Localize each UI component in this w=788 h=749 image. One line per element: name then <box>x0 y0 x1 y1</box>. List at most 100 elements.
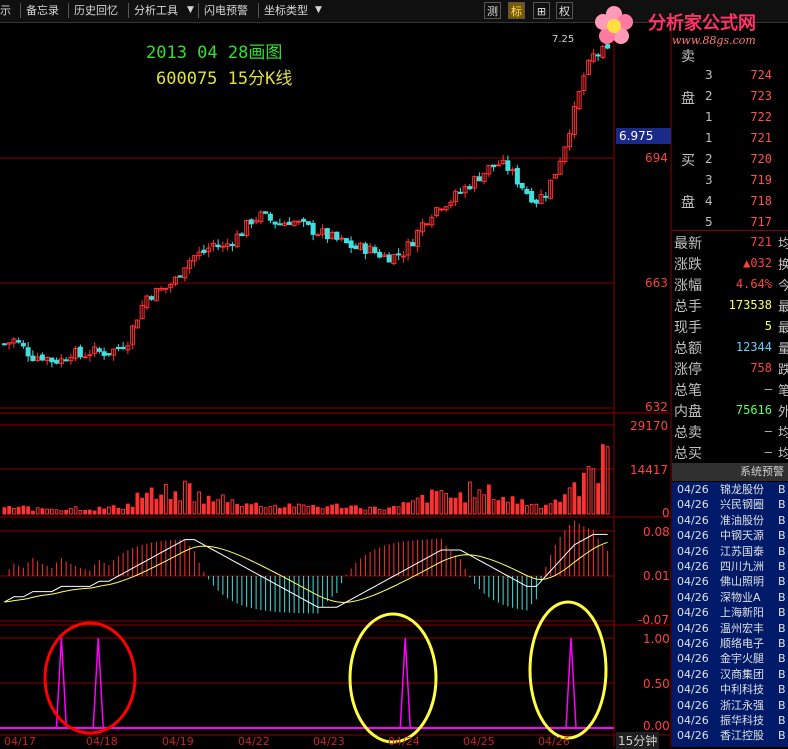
buy-price: 717 <box>750 215 772 229</box>
alert-row[interactable]: 04/26 金宇火腿 B <box>672 651 788 667</box>
alert-stock-name: 兴民钢圈 <box>720 498 764 512</box>
volume-bar <box>107 506 111 515</box>
volume-bar <box>411 500 415 515</box>
volume-bar <box>206 495 211 515</box>
volume-bar <box>140 497 144 515</box>
candle-body <box>339 237 345 240</box>
volume-bar <box>487 484 491 515</box>
alert-row[interactable]: 04/26 温州宏丰 B <box>672 621 788 637</box>
volume-bar <box>192 501 197 515</box>
candle-body <box>533 199 539 204</box>
candle-body <box>310 222 316 235</box>
volume-bar <box>496 500 501 515</box>
candle-body <box>543 195 549 198</box>
alert-type-cut: B <box>778 667 786 681</box>
alert-type-cut: B <box>778 590 786 604</box>
volume-bar <box>382 509 387 515</box>
volume-bar <box>273 504 277 515</box>
volume-bar <box>339 508 344 515</box>
sell-level: 1 <box>705 110 713 124</box>
volume-bar <box>453 497 458 515</box>
stat-label: 涨幅 <box>674 278 702 294</box>
stat-label: 总买 <box>674 446 702 462</box>
alert-type-cut: B <box>778 606 786 620</box>
current-price-label: 6.975 <box>616 128 671 144</box>
buy-price: 721 <box>750 131 772 145</box>
alert-list-header[interactable]: 系统预警 <box>672 463 788 481</box>
alert-row[interactable]: 04/26 汉商集团 B <box>672 667 788 683</box>
candle-body <box>305 221 311 225</box>
alert-date: 04/26 <box>677 498 709 512</box>
candle-body <box>595 54 601 57</box>
timeframe-selector[interactable]: 15分钟 <box>616 732 660 749</box>
price-tick-label: 663 <box>645 276 668 290</box>
volume-bar <box>363 509 368 515</box>
price-high-label: 7.25 <box>552 34 575 45</box>
alert-stock-name: 振华科技 <box>720 714 764 727</box>
buy-level: 2 <box>705 152 713 166</box>
volume-bar <box>235 503 239 515</box>
buy-price: 720 <box>750 152 772 166</box>
alert-row[interactable]: 04/26 准油股份 B <box>672 513 788 529</box>
buy-level: 4 <box>705 194 713 208</box>
volume-bar <box>126 503 130 515</box>
volume-bar <box>320 508 325 515</box>
stat-value: – <box>764 424 772 438</box>
candle-body <box>438 208 444 211</box>
candle-body <box>315 234 321 237</box>
volume-bar <box>525 505 529 515</box>
alert-type-cut: B <box>778 729 786 743</box>
volume-bar <box>468 481 472 515</box>
alert-row[interactable]: 04/26 香江控股 B <box>672 728 788 744</box>
volume-bar <box>420 494 425 515</box>
stat-value: 4.64% <box>735 277 772 291</box>
alert-type-cut: B <box>778 544 786 558</box>
alert-row[interactable]: 04/26 佛山照明 B <box>672 574 788 590</box>
alert-row[interactable]: 04/26 顺络电子 B <box>672 636 788 652</box>
x-axis-label: 04/24 <box>388 735 420 748</box>
volume-bar <box>325 506 330 515</box>
yellow-highlight-circle <box>348 612 438 744</box>
annotation-date: 2013 04 28画图 <box>146 43 283 63</box>
alert-row[interactable]: 04/26 中利科技 B <box>672 682 788 698</box>
alert-row[interactable]: 04/26 兴民钢圈 B <box>672 497 788 513</box>
candle-body <box>277 223 283 226</box>
alert-row[interactable]: 04/26 浙江永强 B <box>672 698 788 714</box>
volume-bar <box>2 507 7 515</box>
alert-date: 04/26 <box>677 637 709 650</box>
alert-row[interactable]: 04/26 振华科技 B <box>672 713 788 729</box>
stat-label-cut: 今 <box>778 279 788 294</box>
candle-body <box>377 251 383 258</box>
alert-type-cut: B <box>778 698 786 712</box>
volume-bar <box>529 503 534 515</box>
alert-stock-name: 温州宏丰 <box>720 621 764 635</box>
alert-type-cut: B <box>778 560 786 573</box>
volume-bar <box>259 506 263 515</box>
sell-price: 723 <box>750 89 772 103</box>
alert-type-cut: B <box>778 621 786 635</box>
buy-level: 5 <box>705 215 713 229</box>
alert-row[interactable]: 04/26 中钢天源 B <box>672 528 788 544</box>
alert-row[interactable]: 04/26 四川九洲 B <box>672 559 788 575</box>
candle-body <box>467 186 473 190</box>
alert-row[interactable]: 04/26 锦龙股份 B <box>672 482 788 498</box>
volume-bar <box>553 499 558 515</box>
volume-bar <box>54 509 59 515</box>
volume-bar <box>173 491 178 515</box>
candle-body <box>505 160 511 171</box>
alert-row[interactable]: 04/26 上海新阳 B <box>672 605 788 621</box>
volume-bar <box>164 483 168 515</box>
volume-bar <box>330 504 334 515</box>
candle-body <box>177 275 183 278</box>
stat-value: 173538 <box>728 298 772 312</box>
alert-list[interactable]: 04/26 锦龙股份 B 04/26 兴民钢圈 B 04/26 准油股份 B 04/26 中钢天源 B… <box>672 482 788 747</box>
candle-body <box>149 296 155 300</box>
x-axis-label: 04/26 <box>538 735 570 748</box>
alert-row[interactable]: 04/26 江苏国泰 B <box>672 544 788 560</box>
alert-row[interactable]: 04/26 深物业A B <box>672 590 788 606</box>
panel-divider <box>672 230 788 231</box>
price-chart-canvas[interactable] <box>0 0 788 747</box>
candle-body <box>239 233 245 237</box>
volume-bar <box>396 506 401 515</box>
volume-bar <box>197 491 201 515</box>
